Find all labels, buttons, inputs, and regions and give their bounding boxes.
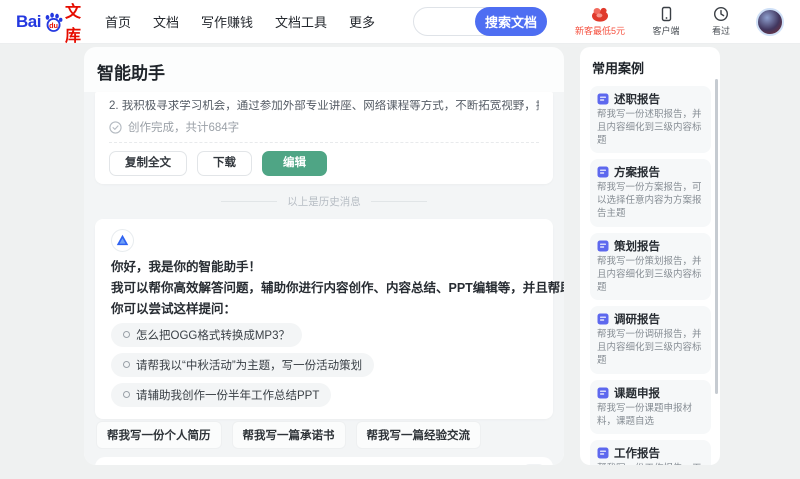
case-title: 策划报告	[614, 240, 660, 253]
edit-button[interactable]: 编辑	[262, 151, 327, 176]
assistant-greeting-line-3: 你可以尝试这样提问：	[111, 301, 237, 316]
suggestion-half-year-ppt[interactable]: 请辅助我创作一份半年工作总结PPT	[111, 382, 332, 407]
suggestion-list: 怎么把OGG格式转换成MP3？ 请帮我以“中秋活动”为主题，写一份活动策划 请辅…	[111, 322, 537, 407]
case-card-plan-report[interactable]: 方案报告 帮我写一份方案报告，可以选择任意内容为方案报告主题	[590, 159, 711, 227]
case-title: 方案报告	[614, 167, 660, 180]
doc-icon	[597, 93, 609, 105]
nav-item-docs[interactable]: 文档	[153, 12, 179, 31]
baidu-paw-icon: du	[42, 11, 64, 33]
history-divider-row: 以上是历史消息	[95, 194, 553, 209]
clock-icon	[713, 6, 729, 22]
mobile-phone-icon	[659, 6, 674, 22]
baidu-wenku-logo[interactable]: Bai du 文库	[16, 0, 81, 46]
assistant-panel: 智能助手 2. 我积极寻求学习机会，通过参加外部专业讲座、网络课程等方式，不断拓…	[84, 47, 564, 465]
clipped-history-text-wrap: 2. 我积极寻求学习机会，通过参加外部专业讲座、网络课程等方式，不断拓宽视野，提…	[109, 100, 539, 112]
nav-item-doc-tools[interactable]: 文档工具	[275, 12, 327, 31]
client-app-button[interactable]: 客户端	[646, 6, 686, 37]
case-desc: 帮我写一份调研报告，并且内容细化到三级内容标题	[597, 329, 702, 366]
case-title: 课题申报	[614, 387, 660, 400]
doc-icon	[597, 387, 609, 399]
new-user-promo[interactable]: 新客最低5元	[569, 6, 631, 37]
creation-status-text: 创作完成，共计684字	[128, 122, 240, 134]
doc-icon	[597, 313, 609, 325]
user-avatar[interactable]	[756, 7, 784, 36]
case-card-work-report[interactable]: 工作报告 帮我写一份工作报告，工作类型随机	[590, 440, 711, 465]
search-docs-button[interactable]: 搜索文档	[475, 7, 547, 36]
clipped-history-text: 2. 我积极寻求学习机会，通过参加外部专业讲座、网络课程等方式，不断拓宽视野，提…	[109, 100, 539, 112]
dashed-divider	[109, 142, 539, 143]
chat-area: 2. 我积极寻求学习机会，通过参加外部专业讲座、网络课程等方式，不断拓宽视野，提…	[84, 92, 564, 465]
suggestion-ogg-to-mp3[interactable]: 怎么把OGG格式转换成MP3？	[111, 322, 302, 347]
logo-bai-text: Bai	[16, 11, 41, 31]
doc-icon	[597, 240, 609, 252]
suggestion-bullet-icon	[123, 391, 130, 399]
creation-status-row: 创作完成，共计684字	[109, 119, 539, 135]
download-button[interactable]: 下载	[197, 151, 252, 176]
baidu-wenku-assistant-page: Bai du 文库 首页 文档 写作赚钱 文档工具 更多 搜索文档 新客最低5元…	[0, 0, 800, 479]
case-card-planning-report[interactable]: 策划报告 帮我写一份策划报告，并且内容细化到三级内容标题	[590, 232, 711, 301]
viewed-label: 看过	[711, 26, 730, 36]
promo-label: 新客最低5元	[574, 26, 625, 36]
quick-prompt-experience[interactable]: 帮我写一篇经验交流	[355, 420, 481, 449]
copy-full-text-button[interactable]: 复制全文	[109, 151, 187, 176]
svg-text:du: du	[49, 20, 58, 29]
quick-prompt-resume[interactable]: 帮我写一份个人简历	[96, 420, 222, 449]
suggestion-mid-autumn-plan[interactable]: 请帮我以“中秋活动”为主题，写一份活动策划	[111, 352, 375, 377]
assistant-greeting-line-1: 你好，我是你的智能助手！	[111, 259, 262, 274]
case-desc: 帮我写一份策划报告，并且内容细化到三级内容标题	[597, 255, 702, 293]
quick-prompt-commitment[interactable]: 帮我写一篇承诺书	[231, 420, 346, 449]
check-circle-icon	[109, 120, 122, 134]
case-title: 工作报告	[614, 448, 660, 461]
sidebar-title: 常用案例	[592, 61, 645, 76]
assistant-greeting-card: 你好，我是你的智能助手！ 我可以帮你高效解答问题，辅助你进行内容创作、内容总结、…	[95, 218, 564, 419]
nav-item-write-earn[interactable]: 写作赚钱	[201, 12, 253, 31]
case-card-project-application[interactable]: 课题申报 帮我写一份课题申报材料，课题自选	[590, 379, 711, 435]
assistant-greeting-line-2: 我可以帮你高效解答问题，辅助你进行内容创作、内容总结、PPT编辑等，并且帮助你激…	[111, 280, 564, 295]
case-card-research-report[interactable]: 调研报告 帮我写一份调研报告，并且内容细化到三级内容标题	[590, 306, 711, 374]
doc-icon	[597, 166, 609, 178]
case-title: 述职报告	[614, 94, 660, 106]
case-desc: 帮我写一份述职报告，并且内容细化到三级内容标题	[597, 109, 702, 146]
search-bar: 搜索文档	[413, 7, 547, 36]
doc-icon	[597, 447, 609, 459]
client-label: 客户端	[652, 26, 680, 36]
chat-input-box: 0/400	[95, 456, 553, 465]
case-title: 调研报告	[614, 314, 660, 327]
promo-gift-icon	[590, 6, 610, 22]
assistant-avatar	[111, 228, 134, 252]
wenku-triangle-icon	[116, 234, 129, 246]
suggestion-bullet-icon	[123, 361, 130, 369]
case-desc: 帮我写一份课题申报材料，课题自选	[597, 402, 693, 427]
page-body: 智能助手 2. 我积极寻求学习机会，通过参加外部专业讲座、网络课程等方式，不断拓…	[0, 44, 800, 479]
nav-menu: 首页 文档 写作赚钱 文档工具 更多	[105, 12, 375, 31]
case-desc: 帮我写一份方案报告，可以选择任意内容为方案报告主题	[597, 182, 702, 220]
sidebar-scrollbar[interactable]	[715, 79, 718, 394]
page-title: 智能助手	[97, 64, 165, 83]
history-actions-row: 复制全文 下载 编辑	[109, 151, 539, 176]
case-desc: 帮我写一份工作报告，工作类型随机	[597, 463, 704, 465]
suggestion-label: 怎么把OGG格式转换成MP3？	[136, 329, 290, 342]
upload-image-button[interactable]	[524, 463, 544, 465]
divider-line-left	[221, 200, 278, 202]
common-cases-sidebar: 常用案例 述职报告 帮我写一份述职报告，并且内容细化到三级内容标题 方案报告 帮…	[580, 47, 720, 465]
divider-line-right	[370, 200, 427, 202]
top-navbar: Bai du 文库 首页 文档 写作赚钱 文档工具 更多 搜索文档 新客最低5元…	[0, 0, 800, 46]
nav-right-actions: 新客最低5元 客户端 看过	[569, 6, 784, 37]
quick-prompt-row: 帮我写一份个人简历 帮我写一篇承诺书 帮我写一篇经验交流	[95, 419, 553, 457]
suggestion-label: 请帮我以“中秋活动”为主题，写一份活动策划	[136, 359, 363, 372]
viewed-history-button[interactable]: 看过	[701, 6, 741, 37]
case-card-debrief-report[interactable]: 述职报告 帮我写一份述职报告，并且内容细化到三级内容标题	[590, 86, 711, 154]
suggestion-label: 请辅助我创作一份半年工作总结PPT	[136, 389, 320, 402]
history-message-card: 2. 我积极寻求学习机会，通过参加外部专业讲座、网络课程等方式，不断拓宽视野，提…	[95, 92, 553, 184]
nav-item-home[interactable]: 首页	[105, 12, 131, 31]
history-divider-text: 以上是历史消息	[287, 195, 361, 208]
logo-wenku-text: 文库	[64, 3, 81, 45]
suggestion-bullet-icon	[123, 331, 130, 339]
nav-item-more[interactable]: 更多	[349, 12, 375, 31]
